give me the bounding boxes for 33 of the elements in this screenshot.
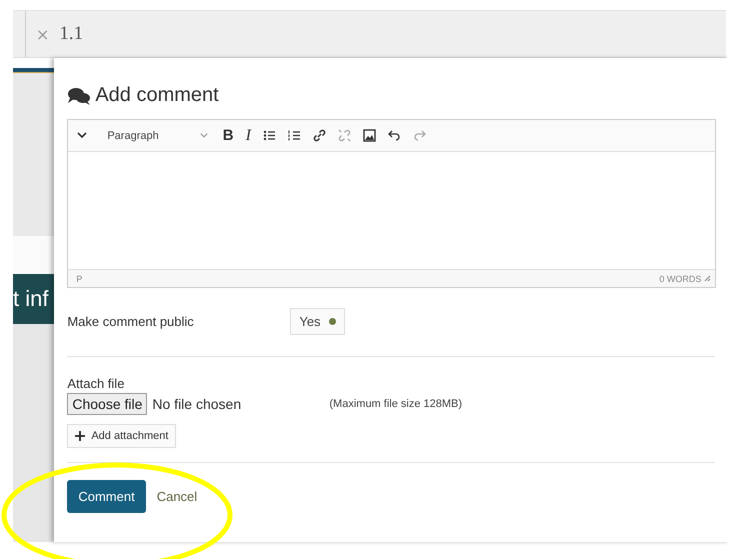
dialog-heading: Add comment <box>95 84 219 107</box>
toolbar-button[interactable] <box>288 129 301 142</box>
field-label: Attach file <box>67 376 126 391</box>
image-icon <box>362 129 376 142</box>
comment-button[interactable]: Comment <box>67 480 146 513</box>
field-label: Make comment public <box>67 314 195 328</box>
undo-icon <box>388 129 401 142</box>
tab-title: 1.1 <box>59 23 84 45</box>
numbered-list-icon <box>288 129 301 142</box>
italic-button[interactable]: I <box>246 126 251 144</box>
public-toggle[interactable]: Yes <box>290 308 345 334</box>
cancel-link[interactable]: Cancel <box>156 489 198 504</box>
unlink-icon <box>338 129 351 142</box>
size-limit-note: (Maximum file size 128MB) <box>329 398 462 410</box>
comments-icon <box>67 86 92 106</box>
file-status: No file chosen <box>152 396 242 412</box>
toolbar-button[interactable] <box>312 129 326 142</box>
add-attachment-button[interactable]: Add attachment <box>67 424 176 448</box>
paragraph-dropdown[interactable]: Paragraph <box>107 130 209 142</box>
word-count: 0 WORDS <box>659 274 702 284</box>
choose-file-button[interactable]: Choose file <box>67 393 148 415</box>
toolbar-button[interactable] <box>362 129 376 142</box>
bold-button[interactable]: B <box>222 127 234 144</box>
toolbar-button[interactable] <box>388 129 401 142</box>
bullet-list-icon <box>262 129 276 142</box>
caret-icon <box>198 132 209 140</box>
link-icon <box>312 129 326 142</box>
resize-handle-icon <box>704 275 712 282</box>
plus-icon <box>75 431 86 441</box>
redo-icon <box>412 129 426 142</box>
toolbar-button[interactable] <box>262 129 276 142</box>
banner: t inf <box>13 274 54 324</box>
element-path: P <box>76 274 82 284</box>
